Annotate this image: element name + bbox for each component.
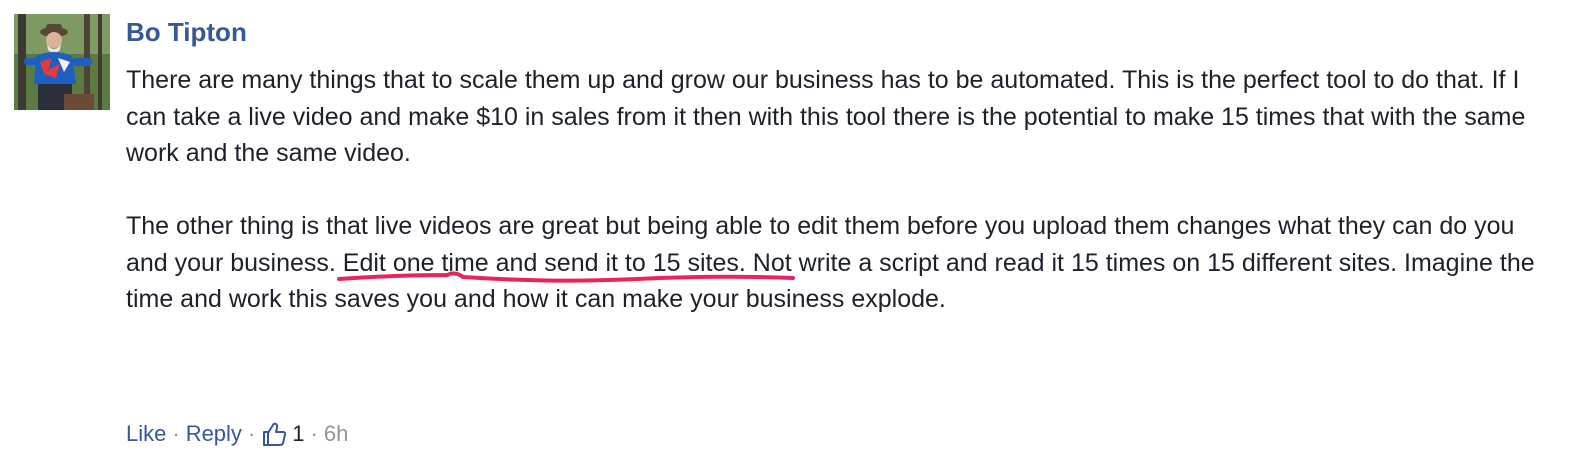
comment: Bo Tipton There are many things that to … [0,0,1576,464]
highlighted-text: Edit one time and send it to 15 sites. [342,248,746,277]
timestamp[interactable]: 6h [324,419,348,449]
like-count[interactable]: 1 [292,419,304,449]
like-link[interactable]: Like [126,419,166,449]
separator: · [247,421,256,446]
comment-paragraph-1: There are many things that to scale them… [126,66,1526,167]
highlighted-sentence: Edit one time and send it to 15 sites. [336,248,795,283]
comment-actions: Like · Reply · 1 · 6h [126,419,348,449]
separator: · [310,421,318,446]
separator: · [172,421,180,446]
thumbs-up-icon[interactable] [261,421,287,447]
comment-paragraph-2: The other thing is that live videos are … [126,208,1546,318]
avatar-photo [14,14,110,110]
comment-body: There are many things that to scale them… [126,62,1546,318]
avatar[interactable] [14,14,110,110]
author-name[interactable]: Bo Tipton [126,16,247,48]
reply-link[interactable]: Reply [186,419,242,449]
